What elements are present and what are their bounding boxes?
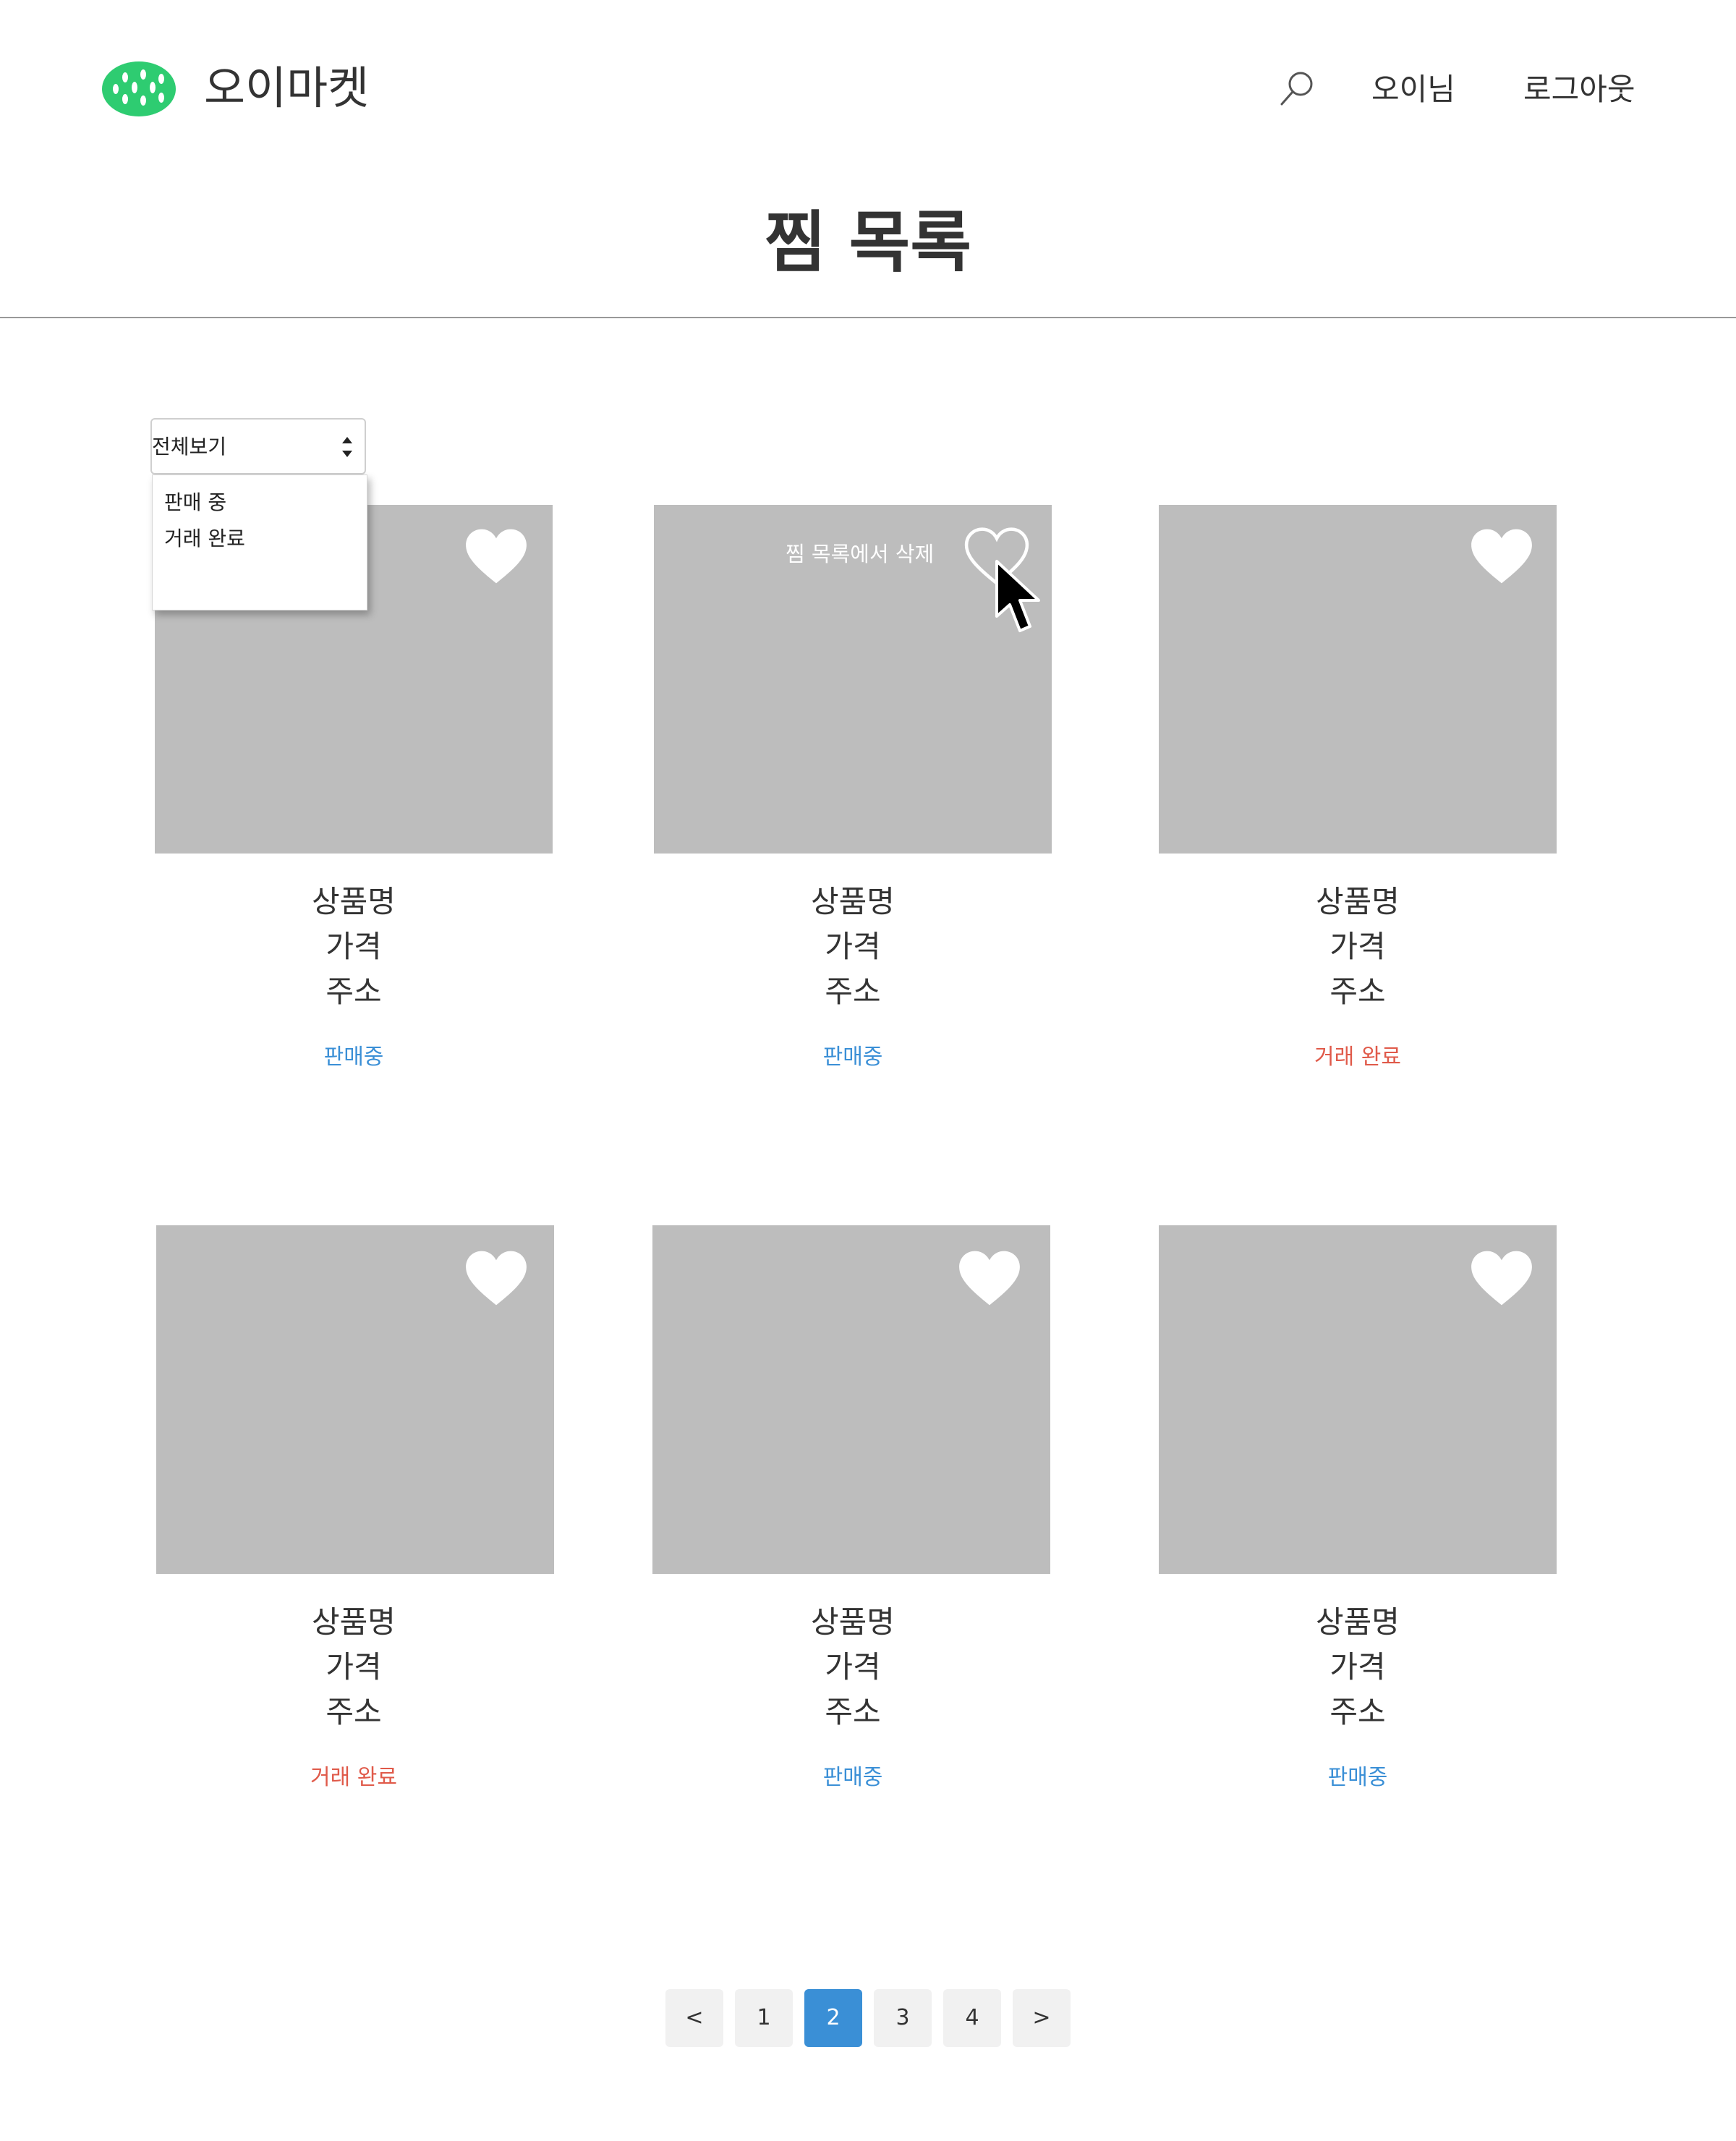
prev-page-button[interactable]: < [665, 1989, 723, 2047]
product-price: 가격 [1329, 929, 1386, 964]
page-button-1[interactable]: 1 [735, 1989, 793, 2047]
page-button-3[interactable]: 3 [874, 1989, 932, 2047]
status-badge: 거래 완료 [310, 1765, 397, 1790]
heart-filled-icon[interactable] [956, 1248, 1023, 1308]
status-badge: 판매중 [822, 1044, 883, 1070]
product-address: 주소 [1329, 974, 1386, 1009]
heart-filled-icon[interactable] [463, 1248, 529, 1308]
select-arrows-icon [342, 437, 352, 457]
product-name: 상품명 [312, 884, 396, 919]
page-title: 찜 목록 [765, 204, 971, 281]
product-price: 가격 [825, 929, 881, 964]
status-badge: 판매중 [822, 1765, 883, 1790]
product-address: 주소 [1329, 1694, 1386, 1729]
status-badge: 판매중 [1327, 1765, 1388, 1790]
product-price: 가격 [326, 929, 382, 964]
status-badge: 거래 완료 [1314, 1044, 1401, 1070]
page-button-4[interactable]: 4 [943, 1989, 1001, 2047]
heart-filled-icon[interactable] [1468, 527, 1535, 586]
user-menu-link[interactable]: 오이님 [1371, 68, 1455, 111]
mouse-pointer-icon [995, 560, 1040, 632]
cucumber-logo-icon[interactable] [101, 60, 176, 118]
product-name: 상품명 [1316, 1604, 1400, 1640]
product-address: 주소 [326, 974, 382, 1009]
logout-link[interactable]: 로그아웃 [1523, 68, 1635, 111]
product-price: 가격 [326, 1649, 382, 1685]
product-price: 가격 [825, 1649, 881, 1685]
heart-filled-icon[interactable] [1468, 1248, 1535, 1308]
next-page-button[interactable]: > [1013, 1989, 1071, 2047]
status-badge: 판매중 [323, 1044, 384, 1070]
product-address: 주소 [825, 1694, 881, 1729]
filter-selected-value: 전체보기 [152, 435, 227, 459]
product-name: 상품명 [1316, 884, 1400, 919]
header-divider [0, 317, 1736, 318]
filter-option-done[interactable]: 거래 완료 [164, 523, 245, 555]
page-button-2-current[interactable]: 2 [804, 1989, 862, 2047]
heart-filled-icon[interactable] [463, 527, 529, 586]
filter-option-selling[interactable]: 판매 중 [164, 487, 226, 519]
product-address: 주소 [326, 1694, 382, 1729]
filter-dropdown-menu: 판매 중 거래 완료 [152, 474, 367, 610]
status-filter-select[interactable]: 전체보기 [150, 418, 366, 474]
remove-from-wishlist-tooltip: 찜 목록에서 삭제 [786, 542, 935, 566]
product-name: 상품명 [811, 884, 895, 919]
brand-name[interactable]: 오이마켓 [204, 59, 369, 117]
product-price: 가격 [1329, 1649, 1386, 1685]
product-name: 상품명 [811, 1604, 895, 1640]
product-address: 주소 [825, 974, 881, 1009]
product-name: 상품명 [312, 1604, 396, 1640]
search-icon[interactable] [1279, 69, 1315, 108]
